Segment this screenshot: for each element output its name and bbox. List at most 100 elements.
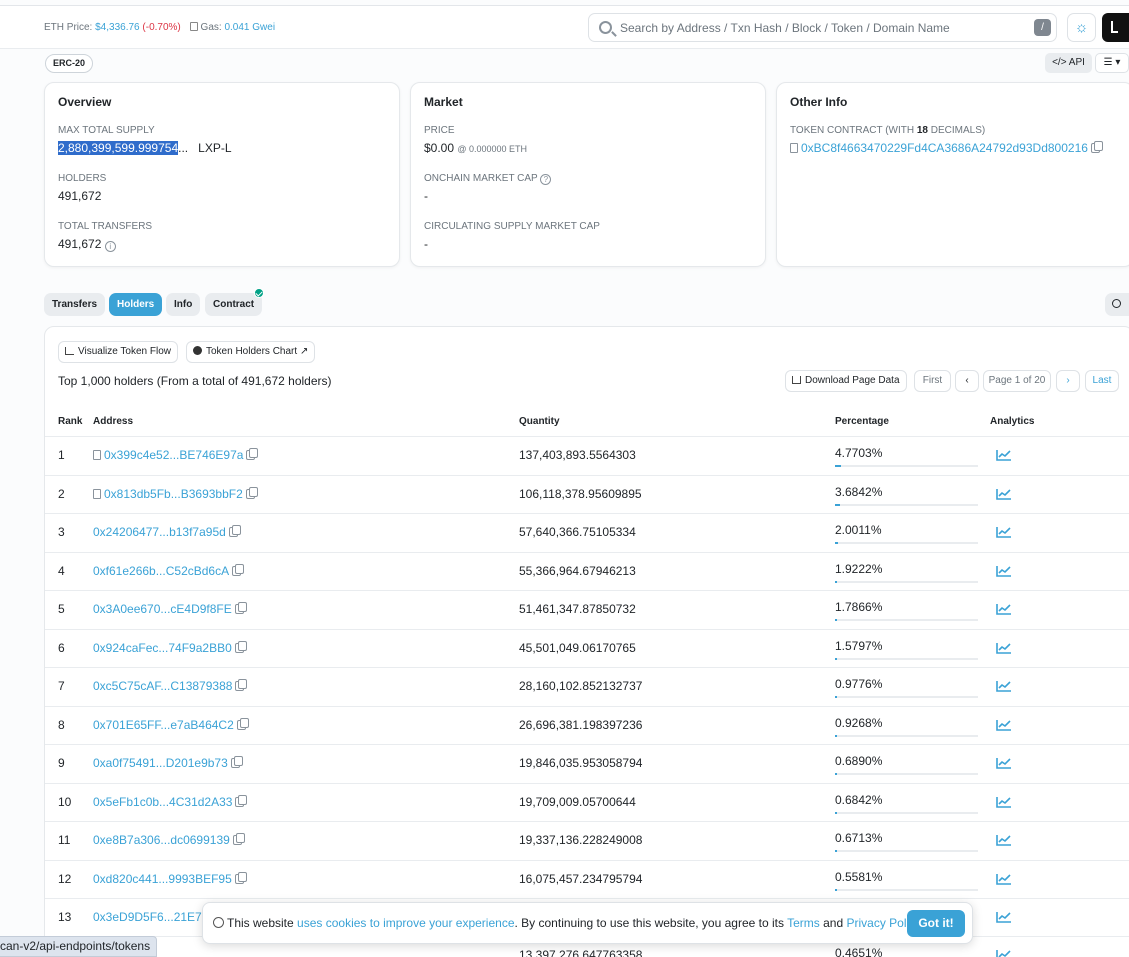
- copy-icon[interactable]: [235, 795, 248, 807]
- percentage-cell: 3.6842%: [835, 485, 883, 499]
- cookies-link[interactable]: uses cookies to improve your experience: [297, 916, 514, 930]
- market-title: Market: [424, 95, 463, 109]
- holder-address-link[interactable]: 0x3eD9D5F6...21E75: [93, 910, 208, 924]
- copy-icon[interactable]: [236, 718, 249, 730]
- token-contract-link[interactable]: 0xBC8f4663470229Fd4CA3686A24792d93Dd8002…: [801, 141, 1088, 155]
- holder-address-link[interactable]: 0xf61e266b...C52cBd6cA: [93, 564, 229, 578]
- download-page-data-button[interactable]: Download Page Data: [785, 370, 907, 392]
- copy-icon[interactable]: [234, 602, 247, 614]
- analytics-chart-icon[interactable]: [996, 642, 1012, 654]
- percentage-cell: 1.9222%: [835, 562, 883, 576]
- holder-address-link[interactable]: 0x5eFb1c0b...4C31d2A33: [93, 795, 232, 809]
- address-cell: 0x3A0ee670...cE4D9f8FE: [93, 602, 247, 616]
- prev-page-button[interactable]: ‹: [955, 370, 979, 392]
- percentage-bar-fill: [835, 504, 840, 506]
- percentage-bar: [835, 850, 978, 852]
- visualize-token-flow-button[interactable]: Visualize Token Flow: [58, 341, 179, 363]
- copy-icon[interactable]: [230, 756, 243, 768]
- analytics-chart-icon[interactable]: [996, 911, 1012, 923]
- search-bar[interactable]: Search by Address / Txn Hash / Block / T…: [588, 13, 1057, 42]
- percentage-bar-fill: [835, 658, 837, 660]
- analytics-chart-icon[interactable]: [996, 565, 1012, 577]
- percentage-cell: 0.4651%: [835, 946, 883, 957]
- analytics-chart-icon[interactable]: [996, 757, 1012, 769]
- analytics-chart-icon[interactable]: [996, 526, 1012, 538]
- api-button[interactable]: </> API: [1045, 53, 1092, 73]
- copy-icon[interactable]: [245, 487, 258, 499]
- terms-link[interactable]: Terms: [787, 916, 820, 930]
- analytics-chart-icon[interactable]: [996, 680, 1012, 692]
- list-icon: ☰ ▾: [1103, 57, 1121, 68]
- analytics-chart-icon[interactable]: [996, 603, 1012, 615]
- last-page-button[interactable]: Last: [1085, 370, 1119, 392]
- question-icon[interactable]: ?: [540, 174, 552, 185]
- eth-price-label: ETH Price:: [44, 22, 93, 33]
- rank-cell: 9: [58, 756, 65, 770]
- percentage-bar: [835, 773, 978, 775]
- analytics-chart-icon[interactable]: [996, 796, 1012, 808]
- percentage-cell: 2.0011%: [835, 523, 882, 537]
- holders-search-button[interactable]: [1105, 293, 1129, 316]
- next-page-button[interactable]: ›: [1056, 370, 1080, 392]
- copy-icon[interactable]: [234, 872, 247, 884]
- api-button-label: API: [1068, 57, 1085, 68]
- copy-icon[interactable]: [234, 641, 247, 653]
- holder-address-link[interactable]: 0x924caFec...74F9a2BB0: [93, 641, 232, 655]
- token-contract-label-prefix: TOKEN CONTRACT (WITH: [790, 125, 915, 136]
- percentage-bar-fill: [835, 735, 837, 737]
- holder-address-link[interactable]: 0x24206477...b13f7a95d: [93, 525, 226, 539]
- price-label: PRICE: [424, 125, 455, 136]
- analytics-chart-icon[interactable]: [996, 719, 1012, 731]
- percentage-cell: 4.7703%: [835, 446, 883, 460]
- percentage-cell: 0.9268%: [835, 716, 883, 730]
- eth-price-link[interactable]: $4,336.76: [95, 22, 140, 33]
- copy-icon[interactable]: [1090, 141, 1103, 153]
- analytics-chart-icon[interactable]: [996, 449, 1012, 461]
- analytics-chart-icon[interactable]: [996, 834, 1012, 846]
- quantity-cell: 19,846,035.953058794: [519, 756, 643, 770]
- token-symbol: LXP-L: [198, 141, 232, 155]
- info-icon[interactable]: i: [104, 241, 116, 252]
- holder-address-link[interactable]: 0x701E65FF...e7aB464C2: [93, 718, 234, 732]
- copy-icon[interactable]: [246, 448, 259, 460]
- first-page-button[interactable]: First: [914, 370, 951, 392]
- copy-icon[interactable]: [228, 525, 241, 537]
- quantity-cell: 51,461,347.87850732: [519, 602, 636, 616]
- tab-transfers[interactable]: Transfers: [44, 293, 106, 316]
- analytics-chart-icon[interactable]: [996, 949, 1012, 957]
- search-input[interactable]: Search by Address / Txn Hash / Block / T…: [620, 21, 950, 35]
- logo-icon: [1111, 21, 1118, 33]
- holder-address-link[interactable]: 0xa0f75491...D201e9b73: [93, 756, 228, 770]
- site-menu-button[interactable]: [1102, 13, 1129, 42]
- got-it-button[interactable]: Got it!: [907, 910, 965, 937]
- copy-icon[interactable]: [232, 564, 245, 576]
- tab-info[interactable]: Info: [166, 293, 201, 316]
- contract-file-icon: [790, 143, 798, 153]
- analytics-chart-icon[interactable]: [996, 488, 1012, 500]
- copy-icon[interactable]: [235, 679, 248, 691]
- holder-address-link[interactable]: 0xe8B7a306...dc0699139: [93, 833, 230, 847]
- tab-holders[interactable]: Holders: [109, 293, 163, 316]
- copy-icon[interactable]: [232, 833, 245, 845]
- tab-contract[interactable]: Contract: [205, 293, 263, 316]
- column-header-percentage[interactable]: Percentage: [835, 416, 889, 427]
- onchain-market-cap-text: ONCHAIN MARKET CAP: [424, 173, 538, 184]
- holder-address-link[interactable]: 0xd820c441...9993BEF95: [93, 872, 232, 886]
- holder-address-link[interactable]: 0x3A0ee670...cE4D9f8FE: [93, 602, 232, 616]
- percentage-cell: 0.6713%: [835, 831, 883, 845]
- total-transfers-value: 491,672 i: [58, 237, 116, 252]
- table-row: 11 0xe8B7a306...dc0699139 19,337,136.22824…: [45, 821, 1129, 859]
- token-holders-chart-button[interactable]: Token Holders Chart ↗: [186, 341, 316, 363]
- holder-address-link[interactable]: 0x813db5Fb...B3693bbF2: [104, 487, 243, 501]
- percentage-bar-fill: [835, 773, 837, 775]
- onchain-market-cap-value: -: [424, 189, 428, 203]
- code-icon: </>: [1052, 57, 1067, 68]
- theme-toggle-button[interactable]: ☼: [1067, 13, 1096, 42]
- rank-cell: 3: [58, 525, 65, 539]
- more-options-button[interactable]: ☰ ▾: [1095, 53, 1129, 73]
- analytics-chart-icon[interactable]: [996, 873, 1012, 885]
- holder-address-link[interactable]: 0x399c4e52...BE746E97a: [104, 448, 243, 462]
- gas-value-link[interactable]: 0.041 Gwei: [224, 22, 275, 33]
- external-link-icon: ↗: [299, 346, 309, 357]
- holder-address-link[interactable]: 0xc5C75cAF...C13879388: [93, 679, 232, 693]
